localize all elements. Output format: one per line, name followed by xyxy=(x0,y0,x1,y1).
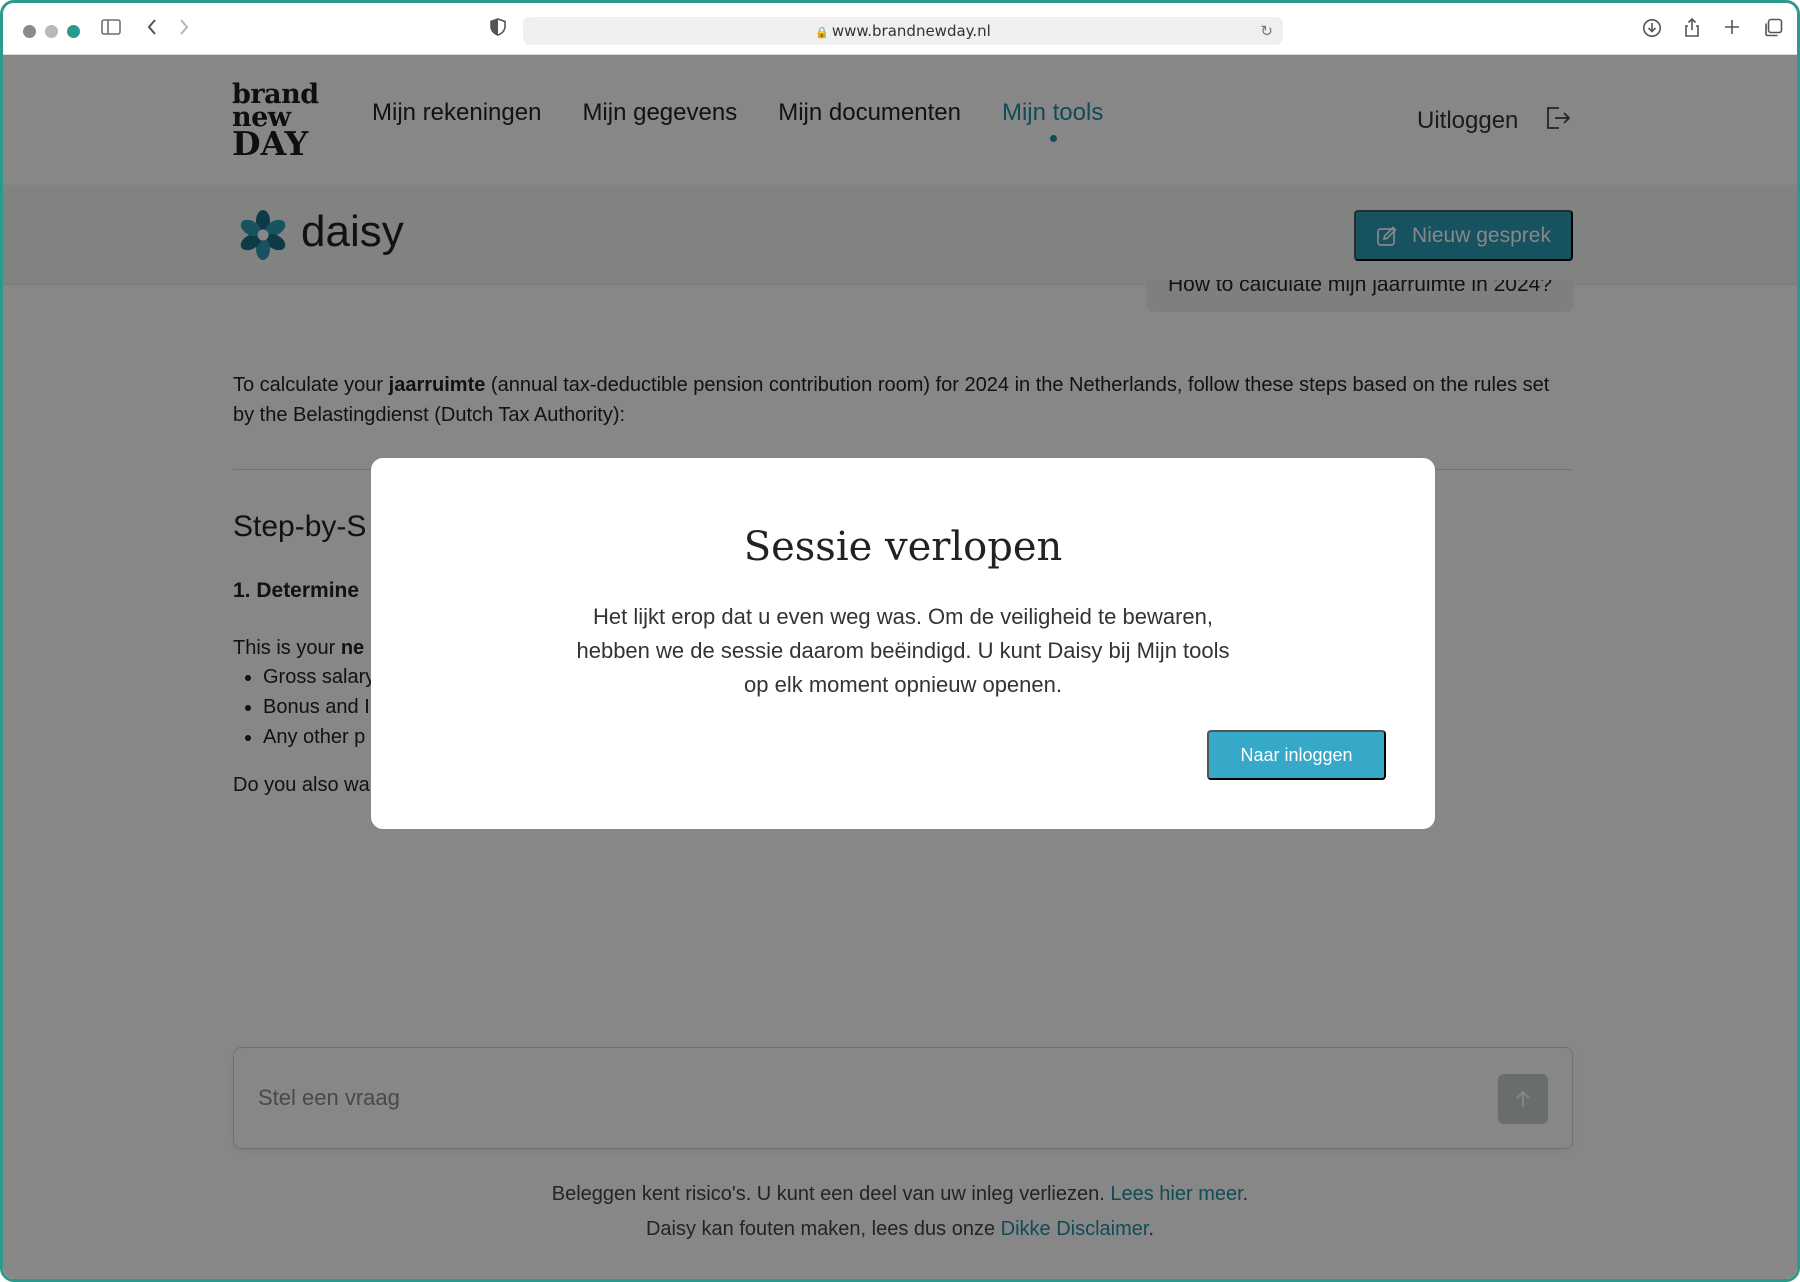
window-controls xyxy=(23,25,80,38)
browser-toolbar: 🔒 www.brandnewday.nl ↻ xyxy=(3,3,1797,55)
share-icon[interactable] xyxy=(1683,17,1701,44)
dialog-title: Sessie verlopen xyxy=(743,524,1063,570)
lock-icon: 🔒 xyxy=(815,26,829,39)
tabs-icon[interactable] xyxy=(1763,18,1783,44)
back-icon[interactable] xyxy=(146,18,158,42)
forward-icon[interactable] xyxy=(178,18,190,42)
session-expired-dialog: Sessie verlopen Het lijkt erop dat u eve… xyxy=(371,458,1435,829)
maximize-window-button[interactable] xyxy=(67,25,80,38)
go-to-login-button[interactable]: Naar inloggen xyxy=(1207,730,1386,780)
close-window-button[interactable] xyxy=(23,25,36,38)
sidebar-icon[interactable] xyxy=(101,18,121,42)
address-bar[interactable]: 🔒 www.brandnewday.nl ↻ xyxy=(523,17,1283,45)
new-tab-icon[interactable] xyxy=(1723,18,1741,42)
minimize-window-button[interactable] xyxy=(45,25,58,38)
url-text: www.brandnewday.nl xyxy=(831,22,991,40)
browser-window: 🔒 www.brandnewday.nl ↻ brand new DAY Mijn… xyxy=(0,0,1800,1282)
download-icon[interactable] xyxy=(1642,18,1662,44)
dialog-message: Het lijkt erop dat u even weg was. Om de… xyxy=(576,604,1230,697)
shield-icon[interactable] xyxy=(490,18,506,42)
reload-icon[interactable]: ↻ xyxy=(1260,17,1273,45)
